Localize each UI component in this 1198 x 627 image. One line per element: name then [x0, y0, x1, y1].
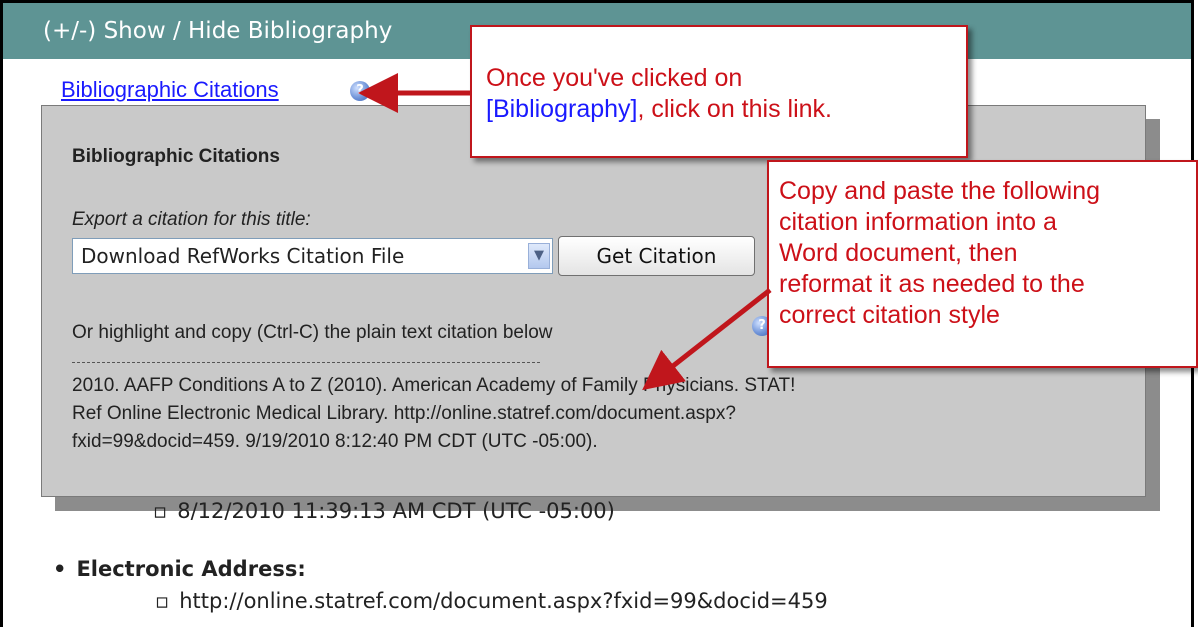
citation-format-value: Download RefWorks Citation File — [81, 244, 405, 268]
citation-line: 2010. AAFP Conditions A to Z (2010). Ame… — [72, 375, 796, 396]
url-list-item: ▫ http://online.statref.com/document.aspx… — [155, 589, 828, 613]
plain-text-instruction: Or highlight and copy (Ctrl-C) the plain… — [72, 322, 553, 343]
callout-line: [Bibliography], click on this link. — [486, 94, 966, 125]
citation-format-select[interactable]: Download RefWorks Citation File ▼ — [72, 238, 553, 274]
electronic-address-url[interactable]: http://online.statref.com/document.aspx?… — [179, 589, 828, 613]
electronic-address-heading: Electronic Address: — [76, 557, 306, 581]
callout-copy-paste: Copy and paste the following citation in… — [767, 160, 1198, 368]
chevron-down-icon[interactable]: ▼ — [528, 243, 550, 269]
electronic-address-label: • Electronic Address: — [53, 557, 306, 581]
plain-text-citation[interactable]: 2010. AAFP Conditions A to Z (2010). Ame… — [72, 372, 1132, 456]
callout-line-rest: , click on this link. — [637, 95, 832, 123]
callout-line: Copy and paste the following — [779, 177, 1101, 205]
bullet-icon: • — [53, 557, 67, 581]
callout-line: Word document, then — [779, 239, 1018, 267]
callout-line: reformat it as needed to the — [779, 270, 1085, 298]
citation-line: Ref Online Electronic Medical Library. h… — [72, 403, 736, 424]
callout-line: citation information into a — [779, 208, 1057, 236]
callout-line: correct citation style — [779, 301, 1000, 329]
callout-click-link: Once you've clicked on [Bibliography], c… — [470, 25, 968, 158]
help-icon[interactable]: ? — [350, 81, 370, 101]
bullet-icon: ▫ — [153, 499, 168, 523]
bibliographic-citations-link[interactable]: Bibliographic Citations — [61, 77, 279, 103]
bullet-icon: ▫ — [155, 589, 170, 613]
panel-title: Bibliographic Citations — [72, 146, 280, 167]
date-value: 8/12/2010 11:39:13 AM CDT (UTC -05:00) — [177, 499, 615, 523]
callout-line: Once you've clicked on — [486, 64, 743, 92]
date-list-item: ▫ 8/12/2010 11:39:13 AM CDT (UTC -05:00) — [153, 499, 615, 523]
export-label: Export a citation for this title: — [72, 209, 311, 230]
citation-line: fxid=99&docid=459. 9/19/2010 8:12:40 PM … — [72, 431, 598, 452]
get-citation-button[interactable]: Get Citation — [558, 236, 755, 276]
divider — [72, 362, 540, 363]
bibliography-bracket-text: [Bibliography] — [486, 95, 638, 123]
